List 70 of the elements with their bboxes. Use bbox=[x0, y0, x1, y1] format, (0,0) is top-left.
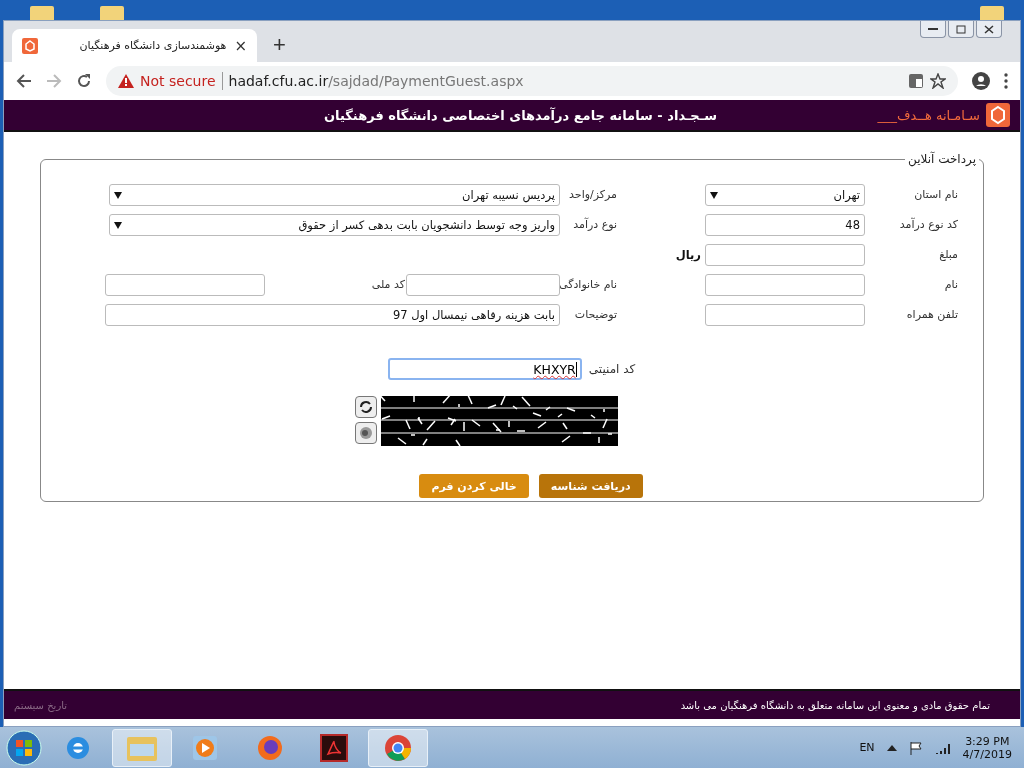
system-date-label: تاریخ سیستم bbox=[14, 699, 68, 711]
caret-icon bbox=[114, 191, 122, 199]
close-icon bbox=[984, 24, 994, 34]
signal-icon[interactable] bbox=[934, 741, 951, 754]
security-label: Not secure bbox=[140, 73, 216, 89]
text-field[interactable] bbox=[705, 274, 865, 296]
form-button[interactable]: دریافت شناسه bbox=[538, 474, 643, 498]
account-icon[interactable] bbox=[972, 72, 990, 90]
field-label: تلفن همراه bbox=[905, 306, 959, 323]
copyright-text: تمام حقوق مادی و معنوی این سامانه متعلق به دانشگاه فرهنگیان می باشد bbox=[680, 699, 990, 711]
url-path: /sajdad/PaymentGuest.aspx bbox=[328, 73, 524, 89]
caret-icon bbox=[710, 191, 718, 199]
dropdown-field[interactable]: واریز وجه توسط دانشجویان بابت بدهی کسر از حقوق bbox=[109, 214, 560, 236]
folder-icon bbox=[980, 6, 1004, 20]
reload-icon[interactable] bbox=[76, 73, 92, 89]
menu-icon[interactable] bbox=[1004, 73, 1008, 89]
field-label: نوع درآمد bbox=[572, 216, 618, 233]
start-button[interactable] bbox=[4, 728, 44, 767]
caret-icon bbox=[114, 221, 122, 229]
text-field[interactable]: 48 bbox=[705, 214, 865, 236]
field-label: مرکز/واحد bbox=[568, 186, 618, 203]
back-icon[interactable] bbox=[16, 73, 32, 89]
text-field[interactable] bbox=[705, 244, 865, 266]
minimize-button[interactable] bbox=[920, 21, 946, 38]
clock-date: 4/7/2019 bbox=[962, 747, 1012, 761]
field-label: نام bbox=[943, 276, 959, 293]
unit-label: ریال bbox=[674, 248, 702, 262]
restore-icon bbox=[956, 24, 966, 34]
close-button[interactable] bbox=[976, 21, 1002, 38]
refresh-button[interactable] bbox=[354, 396, 377, 418]
site-logo-icon bbox=[986, 103, 1010, 127]
close-icon[interactable]: × bbox=[234, 36, 247, 55]
site-logo-icon bbox=[22, 37, 38, 54]
up-arrow-icon[interactable] bbox=[886, 744, 897, 751]
panel-title: پرداخت آنلاین bbox=[907, 152, 977, 166]
field-label: توضیحات bbox=[573, 306, 618, 323]
translate-icon[interactable] bbox=[908, 73, 924, 89]
pdf-icon bbox=[320, 733, 348, 762]
url-host: hadaf.cfu.ac.ir bbox=[228, 73, 329, 89]
text-field[interactable] bbox=[705, 304, 865, 326]
field-label: مبلغ bbox=[938, 246, 959, 263]
folder-icon bbox=[30, 6, 54, 20]
browser-tab[interactable]: هوشمندسازی دانشگاه فرهنگیان × bbox=[12, 29, 257, 62]
chrome-icon bbox=[383, 732, 413, 763]
field-label: نام استان bbox=[913, 186, 959, 203]
field-label: کد امنیتی bbox=[587, 361, 637, 378]
logo-text: سـامـانه هــدف___ bbox=[877, 107, 980, 123]
field-label: کد نوع درآمد bbox=[898, 216, 959, 233]
field-label: نام خانوادگی bbox=[558, 276, 618, 293]
address-bar[interactable]: Not secure hadaf.cfu.ac.ir/sajdad/PaymentGuest.aspx bbox=[106, 66, 958, 96]
dropdown-field[interactable]: تهران bbox=[705, 184, 865, 206]
star-icon[interactable] bbox=[930, 73, 946, 89]
text-field[interactable] bbox=[406, 274, 560, 296]
captcha-field[interactable]: KHXYR bbox=[387, 358, 582, 380]
flag-icon[interactable] bbox=[908, 740, 923, 755]
text-field[interactable] bbox=[105, 274, 265, 296]
minimize-icon bbox=[928, 27, 938, 31]
speaker-icon bbox=[358, 426, 373, 440]
folder-icon bbox=[100, 6, 124, 20]
warning-icon bbox=[118, 74, 134, 88]
language-indicator[interactable]: EN bbox=[859, 741, 875, 754]
refresh-icon bbox=[357, 399, 374, 415]
dropdown-field[interactable]: پردیس نسیبه تهران bbox=[109, 184, 560, 206]
field-label: کد ملی bbox=[370, 276, 406, 293]
tab-title: هوشمندسازی دانشگاه فرهنگیان bbox=[78, 39, 227, 52]
text-field[interactable]: بابت هزینه رفاهی نیمسال اول 97 bbox=[105, 304, 560, 326]
speaker-button[interactable] bbox=[354, 422, 377, 444]
new-tab-button[interactable]: + bbox=[265, 32, 294, 58]
page-title: سـجـداد - سامانه جامع درآمدهای اختصاصی دانشگاه فرهنگیان bbox=[324, 107, 717, 123]
clock-time: 3:29 PM bbox=[965, 734, 1010, 748]
